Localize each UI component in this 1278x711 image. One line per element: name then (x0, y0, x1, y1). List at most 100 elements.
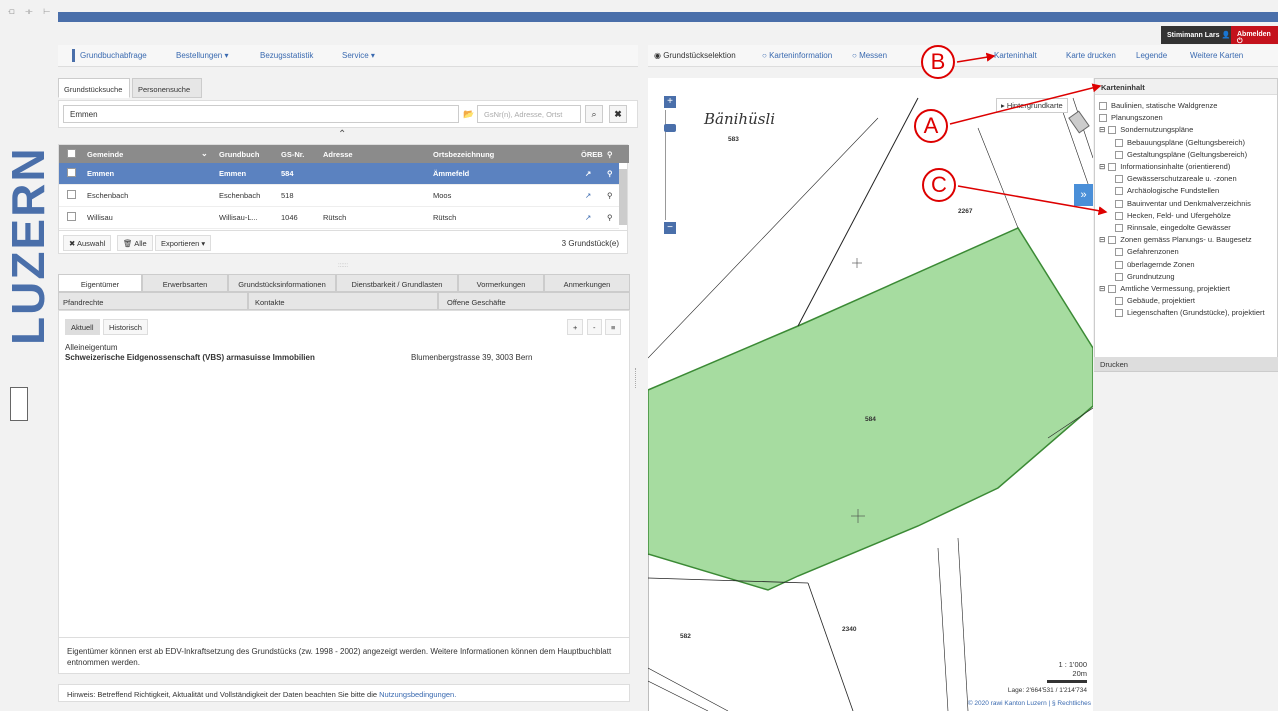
clear-button[interactable]: ✖ (609, 105, 627, 123)
layer-checkbox[interactable] (1115, 199, 1123, 208)
zoom-out-button[interactable]: − (664, 222, 676, 234)
tree-toggle-icon[interactable]: ⊟ (1099, 235, 1105, 244)
layer-checkbox[interactable] (1115, 211, 1123, 220)
layer-item[interactable]: ⊟ Zonen gemäss Planungs- u. Baugesetz (1099, 235, 1252, 245)
layer-checkbox[interactable] (1108, 163, 1117, 172)
layer-item[interactable]: Bauinventar und Denkmalverzeichnis (1115, 199, 1251, 208)
col-adresse[interactable]: Adresse (323, 150, 353, 159)
grid-scrollbar[interactable] (619, 169, 627, 225)
col-gemeinde[interactable]: Gemeinde (87, 150, 123, 159)
layer-checkbox[interactable] (1108, 126, 1117, 135)
tree-toggle-icon[interactable]: ⊟ (1099, 162, 1105, 171)
col-oereb[interactable]: ÖREB (581, 150, 603, 159)
print-map-link[interactable]: Karte drucken (1066, 51, 1116, 60)
layer-item[interactable]: überlagernde Zonen (1115, 260, 1195, 269)
expand-panel-button[interactable]: » (1074, 184, 1093, 206)
parcel-584-polygon[interactable] (648, 227, 1093, 591)
tab-dienstbarkeit[interactable]: Dienstbarkeit / Grundlasten (336, 274, 458, 292)
layer-checkbox[interactable] (1108, 285, 1117, 294)
layer-item[interactable]: Liegenschaften (Grundstücke), projektier… (1115, 308, 1265, 318)
legend-link[interactable]: Legende (1136, 51, 1167, 60)
tab-pfandrechte[interactable]: Pfandrechte (58, 292, 248, 310)
nav-bestellungen[interactable]: Bestellungen ▾ (176, 51, 229, 60)
layer-item[interactable]: Gebäude, projektiert (1115, 296, 1195, 306)
col-grundbuch[interactable]: Grundbuch (219, 150, 259, 159)
drucken-section[interactable]: Drucken (1094, 357, 1278, 371)
list-icon[interactable]: ≡ (605, 319, 622, 335)
layer-checkbox[interactable] (1115, 297, 1123, 306)
layer-item[interactable]: Planungszonen (1099, 113, 1163, 123)
tab-grundstuecksuche[interactable]: Grundstücksuche (58, 78, 130, 98)
karteninhalt-link[interactable]: Karteninhalt (994, 51, 1037, 60)
layer-checkbox[interactable] (1115, 248, 1123, 257)
layer-checkbox[interactable] (1115, 224, 1123, 233)
subtab-aktuell[interactable]: Aktuell (65, 319, 100, 335)
col-gsnr[interactable]: GS-Nr. (281, 150, 304, 159)
layer-checkbox[interactable] (1115, 187, 1123, 196)
layer-checkbox[interactable] (1108, 236, 1117, 245)
more-maps-link[interactable]: Weitere Karten (1190, 51, 1243, 60)
col-ortsbezeichnung[interactable]: Ortsbezeichnung (433, 150, 494, 159)
chevron-down-icon[interactable]: ⌄ (201, 149, 208, 158)
layer-checkbox[interactable] (1099, 114, 1107, 123)
layer-checkbox[interactable] (1115, 309, 1123, 318)
row-checkbox[interactable] (67, 168, 76, 177)
map-pin-icon[interactable]: ⚲ (607, 213, 613, 222)
folder-icon[interactable]: 📂 (463, 109, 474, 120)
layer-checkbox[interactable] (1115, 138, 1123, 147)
clear-all-button[interactable]: 🗑 Alle (117, 235, 153, 251)
collapse-button[interactable]: - (587, 319, 602, 335)
radio-messen[interactable]: ○ Messen (852, 51, 887, 60)
external-link-icon[interactable]: ↗ (585, 191, 591, 200)
layer-item[interactable]: Archäologische Fundstellen (1115, 186, 1219, 196)
zoom-handle[interactable] (664, 124, 676, 132)
background-map-button[interactable]: ▸ Hintergrundkarte (996, 98, 1068, 113)
tab-offene-geschaefte[interactable]: Offene Geschäfte (438, 292, 630, 310)
tab-grundstuecksinformationen[interactable]: Grundstücksinformationen (228, 274, 336, 292)
nav-service[interactable]: Service ▾ (342, 51, 375, 60)
select-all-checkbox[interactable] (67, 149, 76, 158)
external-link-icon[interactable]: ↗ (585, 169, 591, 178)
layer-item[interactable]: ⊟ Sondernutzungspläne (1099, 125, 1193, 135)
row-checkbox[interactable] (67, 190, 76, 199)
panel-resize-handle[interactable] (635, 368, 638, 388)
zoom-in-button[interactable]: + (664, 96, 676, 108)
layer-item[interactable]: ⊟ Informationsinhalte (orientierend) (1099, 162, 1230, 172)
row-checkbox[interactable] (67, 212, 76, 221)
layer-item[interactable]: ⊟ Amtliche Vermessung, projektiert (1099, 284, 1230, 294)
layer-item[interactable]: Gefahrenzonen (1115, 247, 1179, 257)
nav-bezugsstatistik[interactable]: Bezugsstatistik (260, 51, 313, 60)
tab-kontakte[interactable]: Kontakte (248, 292, 438, 310)
parcel-search-input[interactable]: GsNr(n), Adresse, Ortst (477, 105, 581, 123)
logout-button[interactable]: Abmelden ⏻ (1231, 26, 1278, 45)
layer-item[interactable]: Grundnutzung (1115, 272, 1175, 281)
tab-anmerkungen[interactable]: Anmerkungen (544, 274, 630, 292)
table-row[interactable]: Emmen Emmen 584 Ämmefeld ↗ ⚲ (59, 163, 619, 185)
collapse-chevron-icon[interactable]: ⌃ (338, 129, 346, 140)
copyright-link[interactable]: © 2020 rawi Kanton Luzern | § Rechtliche… (968, 700, 1091, 707)
layer-item[interactable]: Rinnsale, eingedolte Gewässer (1115, 223, 1231, 233)
search-button[interactable]: ⌕ (585, 105, 603, 123)
window-controls-icon[interactable]: ⟤ ⟛ ⊢ (8, 6, 54, 17)
external-link-icon[interactable]: ↗ (585, 213, 591, 222)
layer-item[interactable]: Bebauungspläne (Geltungsbereich) (1115, 138, 1245, 147)
municipality-input[interactable]: Emmen (63, 105, 459, 123)
tab-personensuche[interactable]: Personensuche (132, 78, 202, 98)
export-button[interactable]: Exportieren ▾ (155, 235, 212, 251)
clear-selection-button[interactable]: ✖ Auswahl (63, 235, 112, 251)
tree-toggle-icon[interactable]: ⊟ (1099, 284, 1105, 293)
radio-karteninformation[interactable]: ○ Karteninformation (762, 51, 832, 60)
table-row[interactable]: Eschenbach Eschenbach 518 Moos ↗ ⚲ (59, 185, 619, 207)
splitter-handle[interactable]: :::::: (338, 263, 348, 269)
nav-grundbuchabfrage[interactable]: Grundbuchabfrage (80, 51, 147, 60)
tab-vormerkungen[interactable]: Vormerkungen (458, 274, 544, 292)
subtab-historisch[interactable]: Historisch (103, 319, 148, 335)
table-row[interactable]: Willisau Willisau-L... 1046 Rütsch Rütsc… (59, 207, 619, 229)
expand-button[interactable]: + (567, 319, 584, 335)
layer-item[interactable]: Gestaltungspläne (Geltungsbereich) (1115, 150, 1247, 159)
tab-erwerbsarten[interactable]: Erwerbsarten (142, 274, 228, 292)
tab-eigentuemer[interactable]: Eigentümer (58, 274, 142, 292)
user-button[interactable]: Stimimann Lars 👤 (1161, 26, 1237, 44)
layer-checkbox[interactable] (1115, 150, 1123, 159)
tree-toggle-icon[interactable]: ⊟ (1099, 125, 1105, 134)
